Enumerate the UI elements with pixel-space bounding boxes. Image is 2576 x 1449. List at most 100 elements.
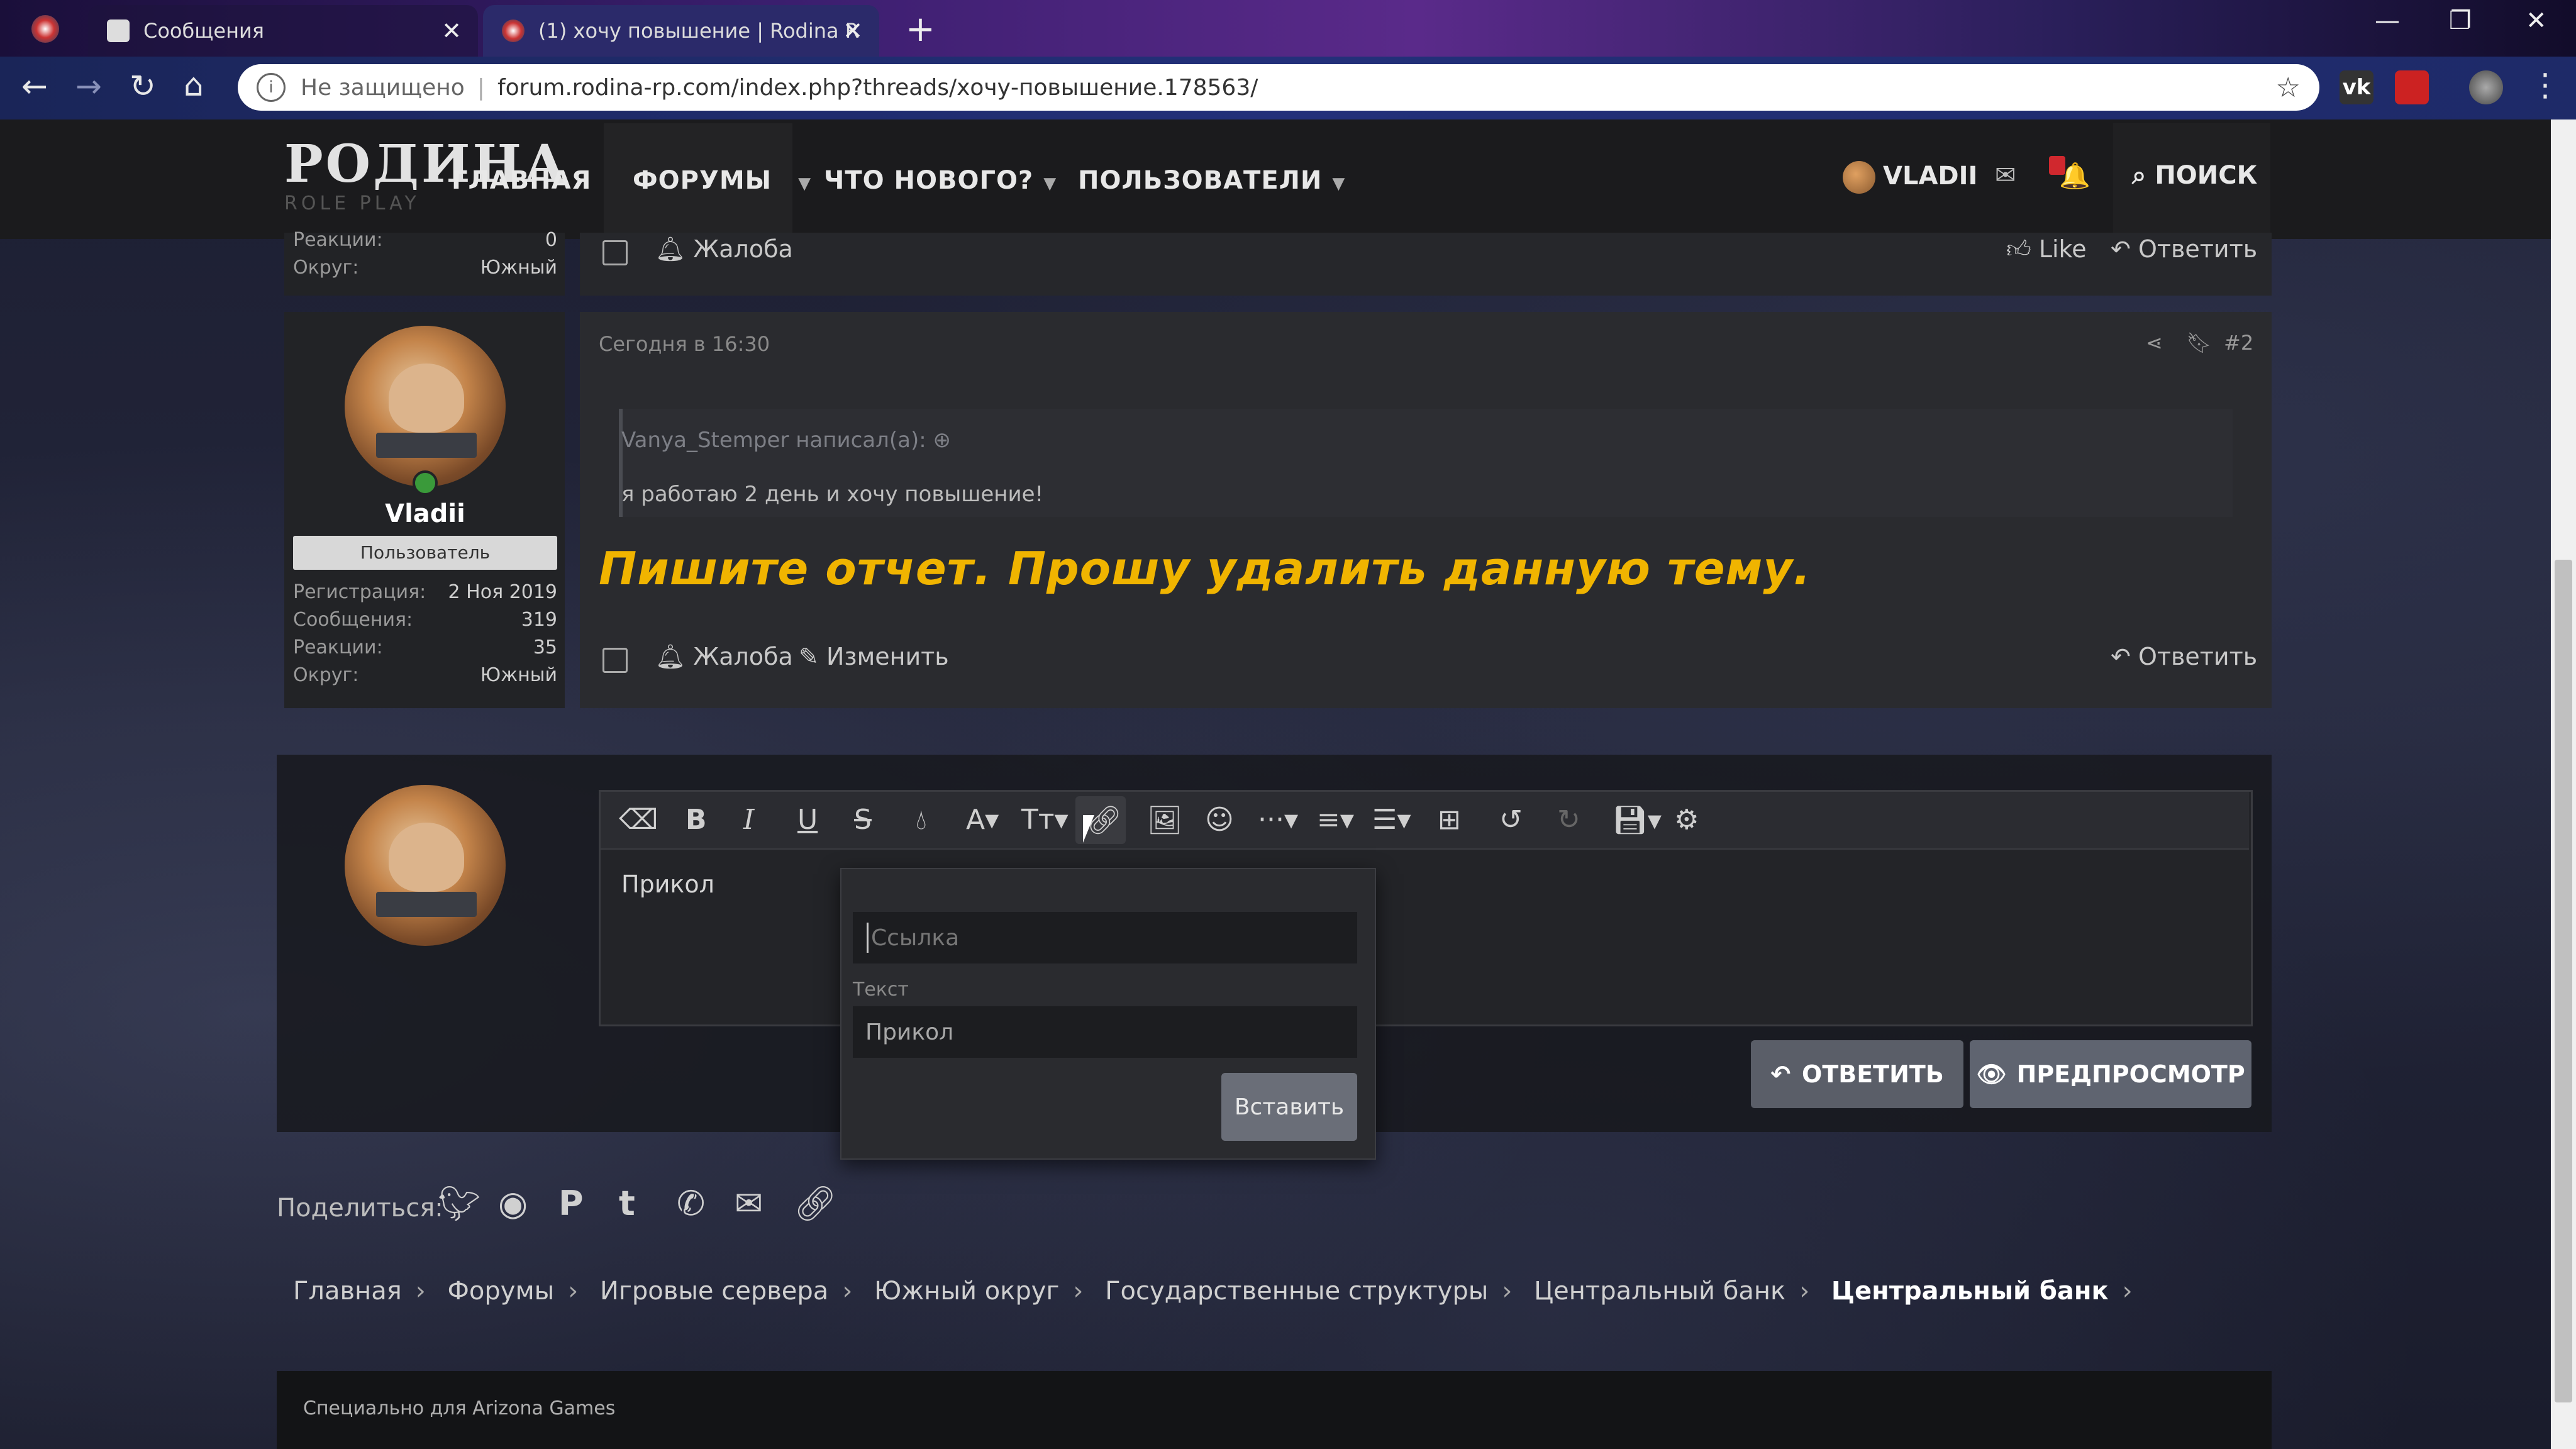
forward-icon[interactable]: → [75, 68, 102, 104]
link-icon[interactable]: 🔗︎ [794, 1184, 837, 1224]
vk-extension-icon[interactable]: vk [2340, 70, 2373, 104]
pinterest-icon[interactable]: P [558, 1184, 584, 1223]
post-number[interactable]: #2 [2224, 331, 2253, 355]
chevron-right-icon: › [2122, 1277, 2133, 1306]
stat-label: Реакции: [293, 229, 383, 251]
tab-messages[interactable]: Сообщения ✕ [88, 5, 478, 57]
save-draft-icon[interactable]: 💾︎▾ [1613, 804, 1662, 836]
window-close-icon[interactable]: ✕ [2526, 6, 2547, 35]
report-button[interactable]: 🔔︎ Жалоба [655, 235, 793, 264]
chevron-down-icon[interactable]: ▼ [1332, 174, 1345, 193]
current-user-avatar [345, 785, 506, 946]
edit-button[interactable]: ✎ Изменить [799, 643, 949, 670]
user-avatar[interactable] [345, 326, 506, 487]
breadcrumb-item[interactable]: Игровые сервера [600, 1277, 828, 1306]
breadcrumb-item[interactable]: Южный округ [874, 1277, 1059, 1306]
url-placeholder: Ссылка [871, 924, 960, 951]
post-reply-button[interactable]: ↶ ОТВЕТИТЬ [1751, 1040, 1963, 1108]
nav-members[interactable]: ПОЛЬЗОВАТЕЛИ ▼ [1078, 166, 1345, 195]
strikethrough-icon[interactable]: S [854, 804, 872, 836]
search-button[interactable]: ⌕ ПОИСК [2132, 161, 2257, 190]
reload-icon[interactable]: ↻ [130, 68, 156, 104]
share-icon[interactable]: ⋖ [2146, 331, 2163, 355]
chat-icon [107, 19, 130, 42]
reply-link[interactable]: ↶ Ответить [2111, 643, 2257, 670]
tab-title: (1) хочу повышение | Rodina R [538, 19, 860, 43]
avatar-cat [389, 364, 464, 433]
user-menu[interactable]: VLADII [1843, 161, 1977, 194]
reply-icon: ↶ [2111, 643, 2131, 670]
insert-link-button[interactable]: Вставить [1221, 1073, 1357, 1141]
tumblr-icon[interactable]: t [619, 1184, 635, 1223]
profile-avatar-icon[interactable] [2469, 70, 2503, 104]
breadcrumb-current[interactable]: Центральный банк [1831, 1277, 2109, 1306]
bold-icon[interactable]: B [686, 804, 707, 836]
search-icon: ⌕ [2132, 161, 2155, 190]
redo-icon[interactable]: ↻ [1557, 804, 1580, 836]
italic-icon[interactable]: I [743, 804, 754, 836]
nav-home[interactable]: ГЛАВНАЯ [452, 166, 591, 195]
undo-icon[interactable]: ↺ [1499, 804, 1523, 836]
tab-thread[interactable]: (1) хочу повышение | Rodina R ✕ [483, 5, 879, 57]
scrollbar-thumb[interactable] [2555, 560, 2572, 1402]
breadcrumb-item[interactable]: Форумы [448, 1277, 555, 1306]
close-tab-icon[interactable]: ✕ [843, 17, 863, 45]
browser-profile-icon[interactable] [31, 15, 59, 43]
breadcrumb-item[interactable]: Государственные структуры [1105, 1277, 1488, 1306]
bell-icon[interactable]: 🔔 [2059, 161, 2090, 191]
new-tab-icon[interactable]: + [906, 9, 935, 50]
reddit-icon[interactable]: ◉ [498, 1184, 528, 1223]
link-text-input[interactable]: Прикол [853, 1006, 1357, 1058]
breadcrumb-item[interactable]: Главная [293, 1277, 402, 1306]
info-icon[interactable]: i [257, 73, 286, 102]
username: VLADII [1883, 162, 1978, 191]
extension-icon[interactable] [2395, 70, 2429, 104]
back-icon[interactable]: ← [21, 68, 48, 104]
email-icon[interactable]: ✉ [735, 1184, 763, 1223]
table-icon[interactable]: ⊞ [1438, 804, 1461, 836]
reply-link[interactable]: ↶ Ответить [2111, 235, 2257, 263]
select-checkbox[interactable] [602, 648, 628, 673]
more-icon[interactable]: ···▾ [1258, 804, 1298, 836]
select-checkbox[interactable] [602, 240, 628, 265]
nav-whats-new[interactable]: ЧТО НОВОГО? ▼ [824, 166, 1057, 195]
post-date[interactable]: Сегодня в 16:30 [599, 332, 770, 356]
font-family-icon[interactable]: A▾ [966, 804, 999, 836]
restore-icon[interactable]: ❐ [2449, 6, 2472, 35]
color-drop-icon[interactable]: 💧︎ [916, 804, 927, 836]
image-icon[interactable]: 🖼︎ [1147, 804, 1182, 836]
twitter-icon[interactable]: 🐦︎ [438, 1184, 481, 1224]
minimize-icon[interactable]: — [2375, 6, 2400, 35]
eraser-icon[interactable]: ⌫ [619, 804, 658, 836]
menu-icon[interactable]: ⋮ [2529, 67, 2561, 103]
post-author[interactable]: Vladii [293, 499, 557, 528]
quote-author[interactable]: Vanya_Stemper написал(а): ⊕ [621, 428, 951, 453]
chevron-down-icon[interactable]: ▼ [1043, 174, 1057, 193]
align-icon[interactable]: ≡▾ [1317, 804, 1354, 836]
envelope-icon[interactable]: ✉ [1995, 161, 2016, 190]
close-tab-icon[interactable]: ✕ [441, 17, 462, 45]
user-avatar [1843, 161, 1875, 194]
smiley-icon[interactable]: ☺ [1205, 804, 1234, 836]
address-bar[interactable]: i Не защищено | forum.rodina-rp.com/inde… [238, 64, 2319, 111]
report-button[interactable]: 🔔︎ Жалоба [655, 643, 793, 671]
list-icon[interactable]: ☰▾ [1372, 804, 1411, 836]
gear-icon[interactable]: ⚙ [1674, 804, 1699, 836]
like-button[interactable]: 👍︎ Like [2006, 235, 2087, 264]
reply-button-label: ОТВЕТИТЬ [1802, 1060, 1944, 1088]
arrow-up-circle-icon[interactable]: ⊕ [933, 428, 951, 453]
font-size-icon[interactable]: Tт▾ [1021, 804, 1069, 836]
chevron-down-icon[interactable]: ▼ [798, 174, 811, 193]
user-role-badge: Пользователь [293, 536, 557, 570]
bookmark-star-icon[interactable]: ☆ [2276, 72, 2301, 104]
whatsapp-icon[interactable]: ✆ [677, 1184, 705, 1223]
nav-forums[interactable]: ФОРУМЫ ▼ [633, 166, 811, 195]
editor-content[interactable]: Прикол [621, 870, 714, 898]
bookmark-icon[interactable]: 🔖︎ [2186, 331, 2212, 355]
breadcrumb-item[interactable]: Центральный банк [1534, 1277, 1785, 1306]
breadcrumb: Главная › Форумы › Игровые сервера › Южный … [293, 1277, 2146, 1306]
link-url-input[interactable]: Ссылка [853, 912, 1357, 963]
preview-button[interactable]: 👁︎ ПРЕДПРОСМОТР [1970, 1040, 2251, 1108]
underline-icon[interactable]: U [797, 804, 818, 836]
home-icon[interactable]: ⌂ [184, 67, 204, 103]
